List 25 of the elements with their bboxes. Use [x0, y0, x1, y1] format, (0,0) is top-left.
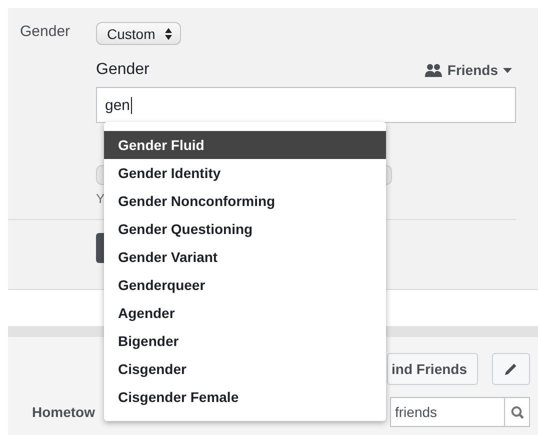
section-label: Hometow: [32, 404, 96, 420]
field-label: Gender: [19, 22, 72, 40]
suggestion-item[interactable]: Gender Fluid: [104, 131, 386, 159]
suggestion-item[interactable]: Gender Questioning: [104, 215, 386, 243]
edit-button[interactable]: [492, 353, 530, 385]
suggestion-item[interactable]: Genderqueer: [104, 271, 386, 299]
caret-icon: [503, 68, 512, 72]
suggestion-item[interactable]: Bigender: [104, 327, 386, 355]
suggestion-item[interactable]: Cisgender: [104, 355, 386, 383]
search-icon[interactable]: [504, 397, 530, 427]
suggestion-item[interactable]: Gender Nonconforming: [104, 187, 386, 215]
audience-selector[interactable]: Friends: [425, 62, 516, 78]
pencil-icon: [505, 363, 517, 375]
search-field[interactable]: friends: [390, 397, 504, 427]
suggestion-item[interactable]: Cisgender Female: [104, 383, 386, 411]
suggestion-item[interactable]: Gender Variant: [104, 243, 386, 271]
suggestion-item[interactable]: Agender: [104, 299, 386, 327]
gender-select[interactable]: Custom: [96, 22, 182, 45]
people-icon: [425, 64, 442, 76]
note-text: Y: [96, 191, 105, 206]
updown-icon: [165, 28, 172, 40]
find-friends-button[interactable]: ind Friends: [386, 353, 478, 385]
field-heading: Gender: [96, 61, 150, 79]
suggestion-item[interactable]: Gender Identity: [104, 159, 386, 187]
gender-input[interactable]: gen: [96, 87, 516, 123]
